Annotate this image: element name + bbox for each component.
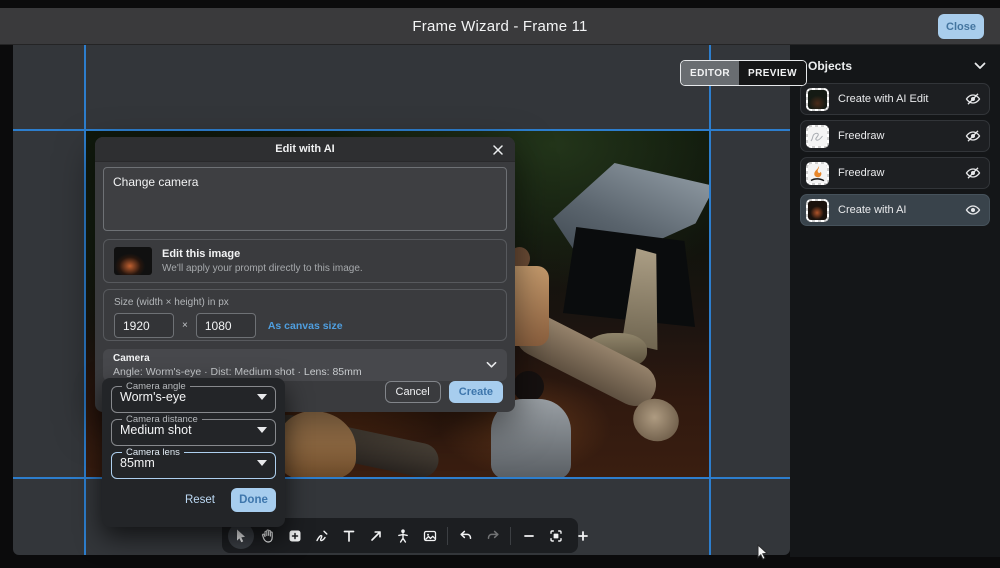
edit-target-description: We'll apply your prompt directly to this… — [162, 263, 363, 274]
eye-icon[interactable] — [965, 203, 981, 217]
layer-label: Freedraw — [838, 130, 885, 142]
zoom-out-button[interactable] — [516, 523, 542, 549]
prompt-input[interactable]: Change camera — [103, 167, 507, 231]
arrow-tool-button[interactable] — [363, 523, 389, 549]
width-input[interactable] — [114, 313, 174, 338]
dialog-title: Edit with AI — [275, 143, 335, 155]
popover-footer: Reset Done — [111, 488, 276, 512]
chevron-down-icon — [974, 62, 986, 70]
camera-section-summary: Angle: Worm's-eye · Dist: Medium shot · … — [113, 365, 362, 378]
tab-editor[interactable]: EDITOR — [681, 61, 739, 85]
reset-button[interactable]: Reset — [185, 494, 215, 506]
zoom-fit-button[interactable] — [543, 523, 569, 549]
window-title: Frame Wizard - Frame 11 — [412, 17, 588, 35]
mouse-cursor — [756, 544, 770, 560]
camera-angle-select[interactable]: Camera angle Worm's-eye — [111, 381, 276, 413]
camera-distance-value: Medium shot — [120, 423, 192, 437]
size-label: Size (width × height) in px — [114, 297, 229, 308]
chevron-down-icon — [486, 361, 497, 369]
objects-panel-title: Objects — [808, 59, 853, 73]
layer-item-freedraw-2[interactable]: Freedraw — [800, 157, 990, 189]
times-separator: × — [182, 320, 188, 331]
view-mode-toggle: EDITOR PREVIEW — [680, 60, 807, 86]
layer-item-freedraw-1[interactable]: Freedraw — [800, 120, 990, 152]
camera-settings-popover: Camera angle Worm's-eye Camera distance … — [102, 378, 285, 527]
as-canvas-size-link[interactable]: As canvas size — [268, 320, 343, 332]
layer-thumbnail — [806, 124, 829, 148]
image-tool-button[interactable] — [417, 523, 443, 549]
layer-label: Create with AI Edit — [838, 93, 929, 105]
eye-off-icon[interactable] — [965, 129, 981, 143]
layer-item-create-with-ai-edit[interactable]: Create with AI Edit — [800, 83, 990, 115]
cancel-button[interactable]: Cancel — [384, 381, 441, 403]
objects-panel: Objects Create with AI Edit Freedraw Fre… — [790, 45, 1000, 557]
layer-label: Create with AI — [838, 204, 907, 216]
layer-label: Freedraw — [838, 167, 885, 179]
objects-panel-header[interactable]: Objects — [790, 45, 1000, 83]
toolbar-divider — [510, 526, 511, 545]
layer-thumbnail — [806, 198, 829, 222]
layer-thumbnail — [806, 161, 829, 185]
text-tool-button[interactable] — [336, 523, 362, 549]
character-tool-button[interactable] — [390, 523, 416, 549]
tab-preview[interactable]: PREVIEW — [739, 61, 806, 85]
dropdown-caret-icon — [257, 427, 267, 433]
camera-lens-select[interactable]: Camera lens 85mm — [111, 447, 276, 479]
title-bar: Frame Wizard - Frame 11 Close — [0, 8, 1000, 45]
dropdown-caret-icon — [257, 394, 267, 400]
freedraw-tool-button[interactable] — [309, 523, 335, 549]
close-icon[interactable] — [490, 142, 506, 158]
camera-distance-select[interactable]: Camera distance Medium shot — [111, 414, 276, 446]
camera-lens-value: 85mm — [120, 456, 155, 470]
layer-thumbnail — [806, 87, 829, 111]
height-input[interactable] — [195, 313, 256, 338]
eye-off-icon[interactable] — [965, 92, 981, 106]
dialog-header: Edit with AI — [95, 137, 515, 162]
size-section: Size (width × height) in px × As canvas … — [103, 289, 507, 341]
undo-button[interactable] — [453, 523, 479, 549]
add-shape-tool-button[interactable] — [282, 523, 308, 549]
toolbar-divider — [447, 526, 448, 545]
camera-settings-expander[interactable]: Camera Angle: Worm's-eye · Dist: Medium … — [103, 349, 507, 381]
target-image-thumbnail — [114, 247, 152, 275]
edit-with-ai-dialog: Edit with AI Change camera Edit this ima… — [95, 137, 515, 412]
camera-angle-value: Worm's-eye — [120, 390, 187, 404]
camera-section-title: Camera — [113, 352, 150, 364]
close-button[interactable]: Close — [938, 14, 984, 39]
layer-item-create-with-ai[interactable]: Create with AI — [800, 194, 990, 226]
dialog-footer: Cancel Create — [384, 381, 503, 403]
redo-button[interactable] — [480, 523, 506, 549]
dropdown-caret-icon — [257, 460, 267, 466]
edit-target-title: Edit this image — [162, 248, 241, 260]
edit-target-card[interactable]: Edit this image We'll apply your prompt … — [103, 239, 507, 283]
done-button[interactable]: Done — [231, 488, 276, 512]
person-head — [513, 371, 544, 402]
create-button[interactable]: Create — [448, 381, 503, 403]
zoom-in-button[interactable] — [570, 523, 596, 549]
eye-off-icon[interactable] — [965, 166, 981, 180]
selection-guide-top — [13, 129, 790, 131]
app-window: Frame Wizard - Frame 11 Close EDITOR PRE… — [0, 0, 1000, 568]
